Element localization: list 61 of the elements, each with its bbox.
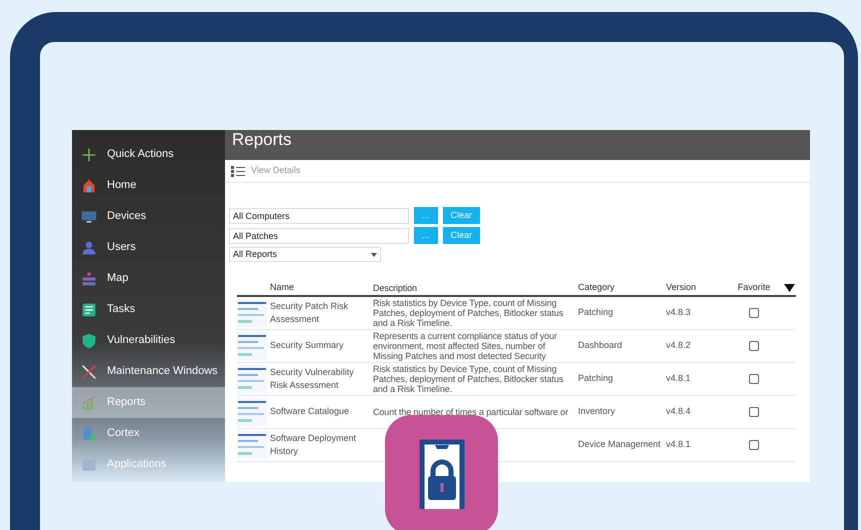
- report-name[interactable]: Software Deployment History: [270, 432, 373, 458]
- user-icon: [81, 240, 97, 256]
- report-name[interactable]: Security Summary: [270, 339, 344, 353]
- report-category: Dashboard: [578, 340, 622, 350]
- sidebar-item[interactable]: Maintenance Windows: [72, 356, 225, 387]
- report-name[interactable]: Security Vulnerability Risk Assessment: [270, 366, 373, 392]
- sidebar-item[interactable]: Home: [72, 170, 225, 201]
- sidebar-item[interactable]: Map: [72, 263, 225, 294]
- sidebar-item[interactable]: Tasks: [72, 294, 225, 325]
- column-header[interactable]: Favorite: [738, 280, 770, 294]
- house-icon: [81, 178, 97, 194]
- sidebar-item[interactable]: Quick Actions: [72, 139, 225, 170]
- favorite-checkbox[interactable]: [749, 374, 759, 384]
- report-dropdown[interactable]: All Reports: [229, 247, 381, 262]
- window-icon: [81, 456, 97, 472]
- sort-arrow-icon[interactable]: [784, 284, 795, 292]
- report-thumbnail: [237, 398, 267, 426]
- report-thumbnail: [237, 365, 267, 393]
- column-header[interactable]: Name: [270, 280, 294, 294]
- column-header[interactable]: Category: [578, 282, 615, 292]
- shield-icon: [81, 332, 97, 348]
- crossed-tools-icon: [81, 364, 97, 380]
- report-name[interactable]: Security Patch Risk Assessment: [270, 300, 373, 326]
- sidebar-item[interactable]: Vulnerabilities: [72, 325, 225, 356]
- report-description: Count the number of times a particular software or: [373, 407, 568, 417]
- report-thumbnail: [237, 299, 267, 327]
- checklist-icon: [81, 302, 97, 318]
- favorite-checkbox[interactable]: [749, 341, 759, 351]
- sidebar-item[interactable]: Devices: [72, 201, 225, 232]
- report-description: Risk statistics by Device Type, count of Missing Patches, deployment of Patches, Bitlocker status and a Risk Timeline.: [373, 364, 564, 394]
- report-thumbnail: [237, 332, 267, 360]
- column-header[interactable]: Description: [373, 282, 417, 292]
- plus-icon: [81, 146, 97, 162]
- page-title: Reports: [225, 130, 810, 160]
- list-icon: [231, 166, 245, 176]
- filter-field[interactable]: All Patches: [229, 228, 409, 244]
- favorite-checkbox[interactable]: [749, 308, 759, 318]
- report-description: Risk statistics by Device Type, count of Missing Patches, deployment of Patches, Bitlocker status and a Risk Timeline.: [373, 298, 564, 328]
- report-version: v4.8.2: [666, 340, 691, 350]
- filter-field[interactable]: All Computers: [229, 208, 409, 224]
- bar-chart-icon: [81, 394, 97, 410]
- report-version: v4.8.3: [666, 307, 691, 318]
- report-version: v4.8.4: [666, 406, 691, 416]
- report-thumbnail: [237, 431, 267, 459]
- report-category: Inventory: [578, 406, 616, 416]
- report-category: Patching: [578, 307, 614, 318]
- report-description: Represents a current compliance status of your environment, most affected Sites, number of Missing Patches and most detected Security: [373, 331, 557, 361]
- report-name[interactable]: Software Catalogue: [270, 405, 350, 419]
- column-header[interactable]: Version: [666, 282, 696, 292]
- report-version: v4.8.1: [666, 373, 691, 384]
- network-map-icon: [81, 270, 97, 286]
- sidebar-item[interactable]: Users: [72, 232, 225, 263]
- favorite-checkbox[interactable]: [749, 407, 759, 417]
- report-version: v4.8.1: [666, 439, 691, 450]
- report-category: Patching: [578, 373, 614, 384]
- padlock-phone-icon: [418, 439, 464, 509]
- clipboard-check-icon: [81, 426, 97, 442]
- monitor-icon: [81, 208, 97, 224]
- caret-icon: [371, 252, 377, 256]
- report-category: Device Management: [578, 439, 661, 450]
- favorite-checkbox[interactable]: [749, 440, 759, 450]
